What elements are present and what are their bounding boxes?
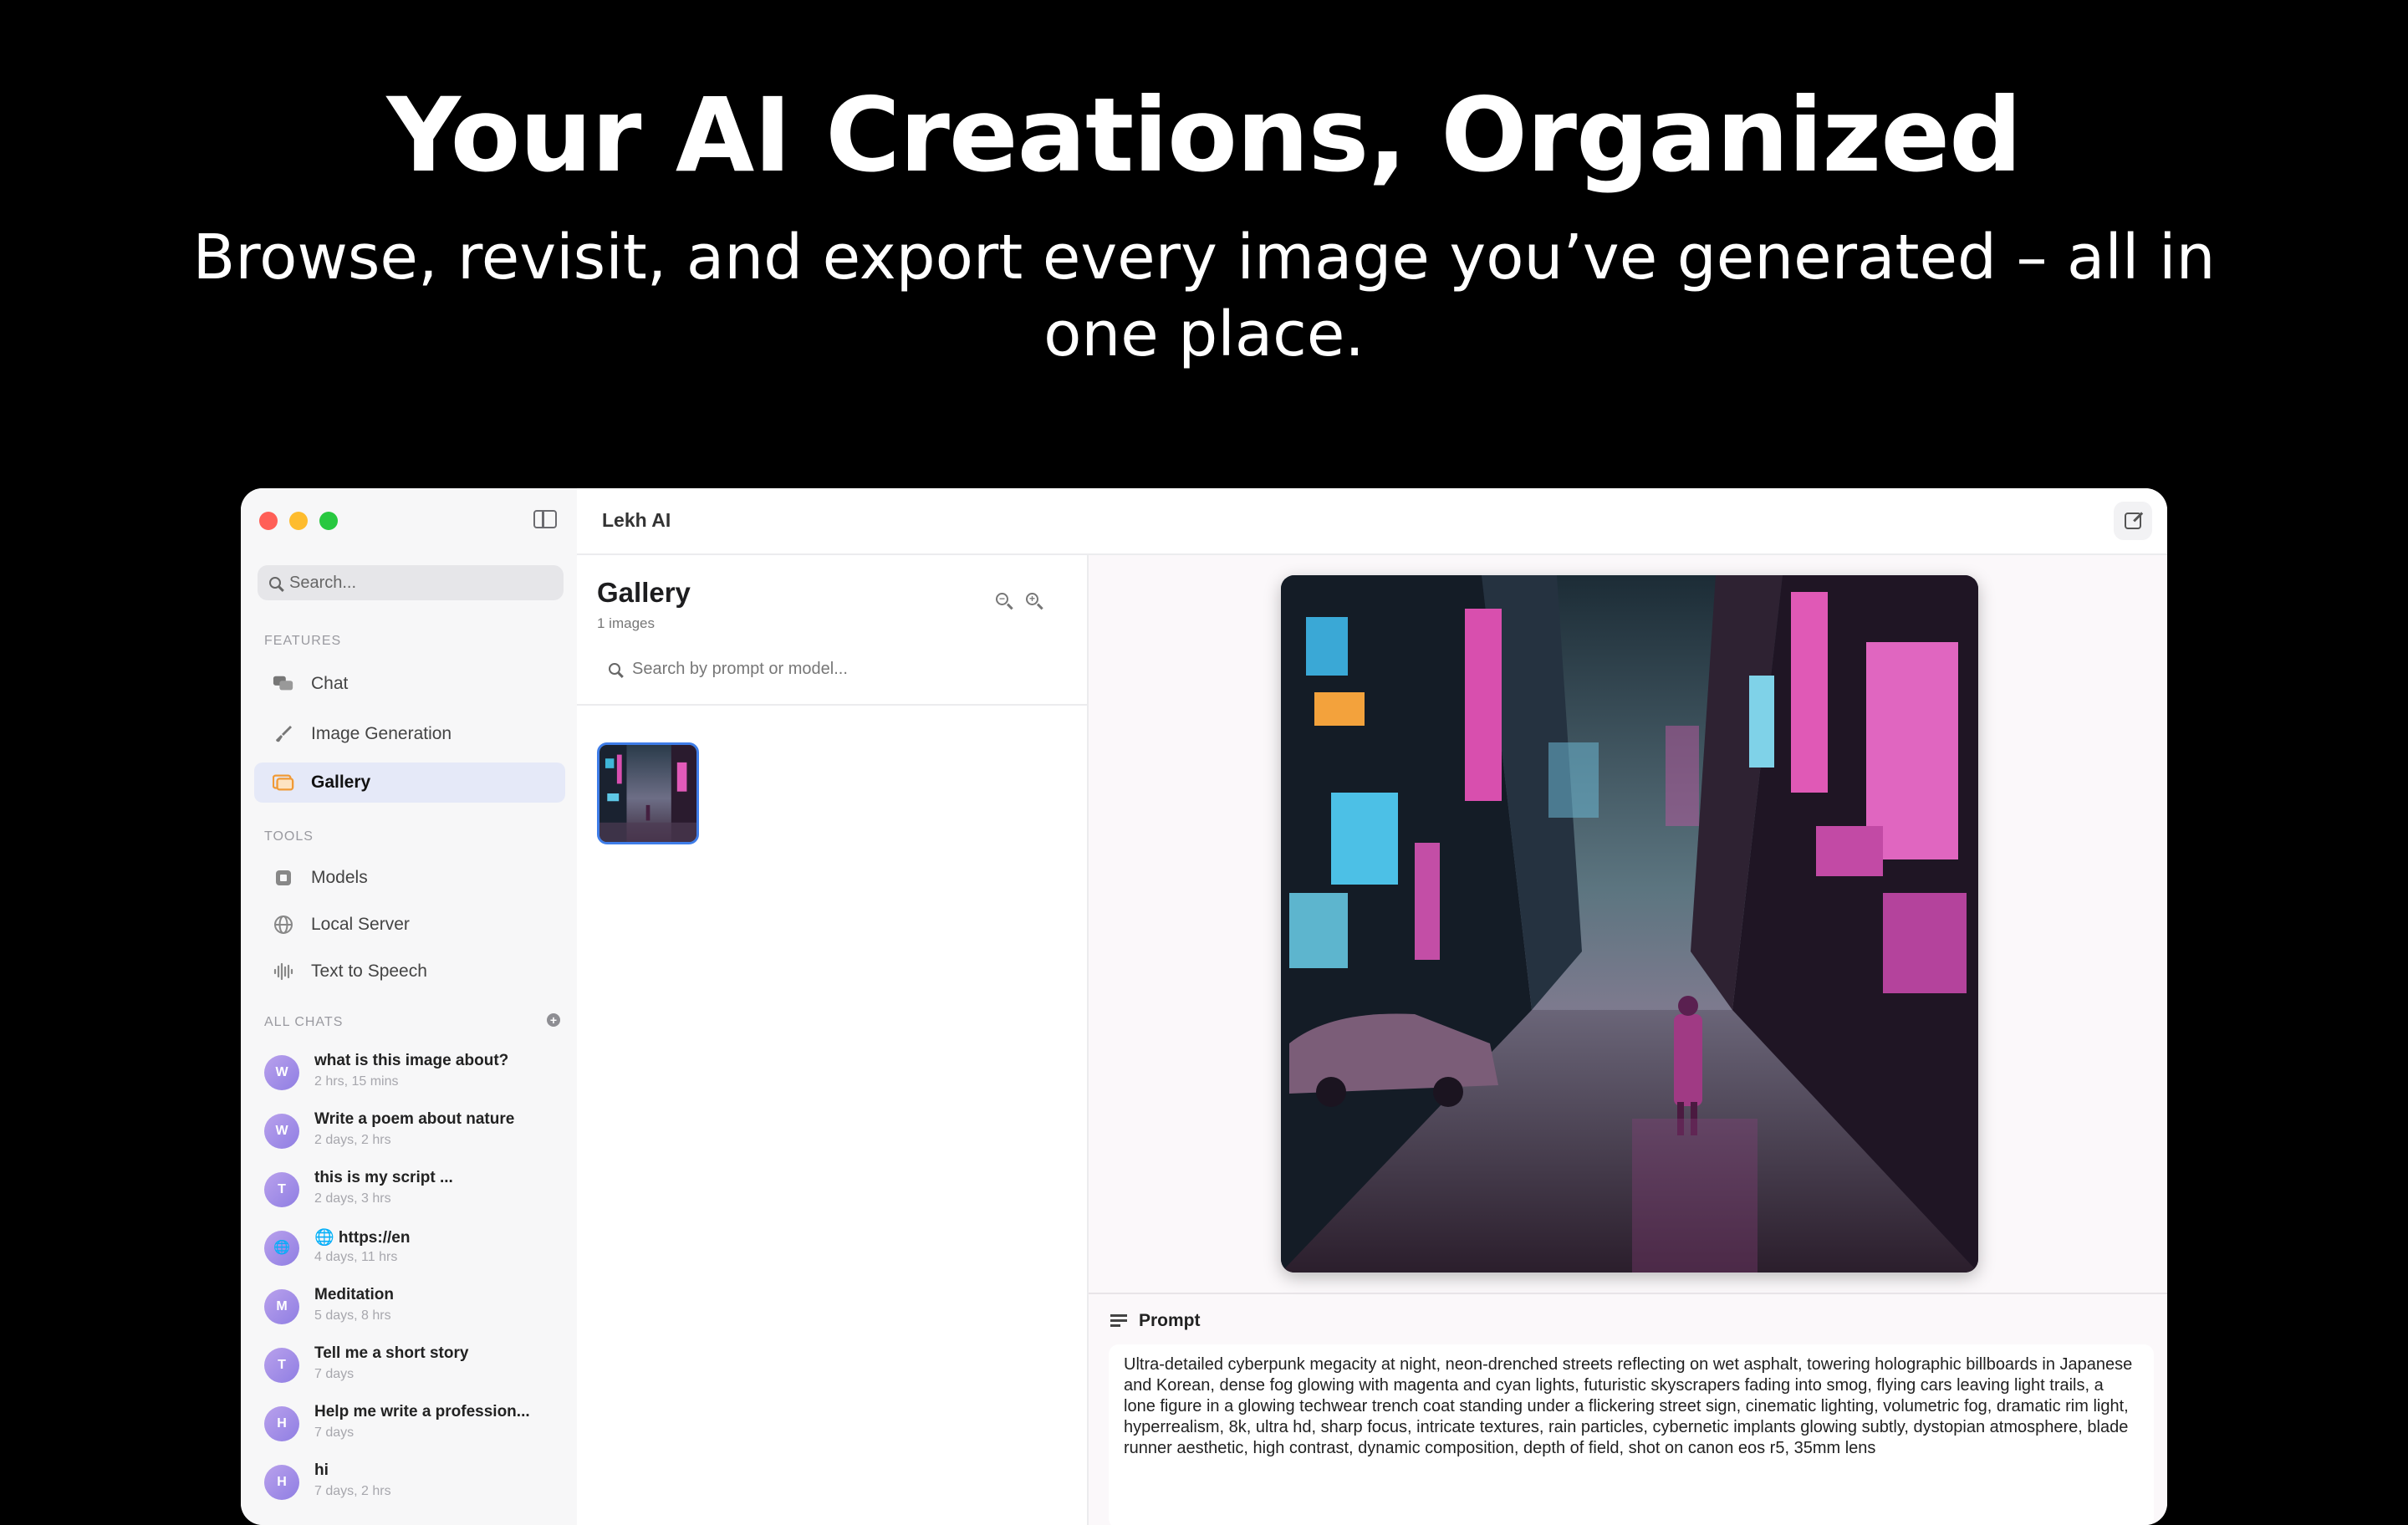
- chat-title: Write a poem about nature: [314, 1110, 515, 1128]
- avatar: T: [264, 1172, 299, 1207]
- search-icon: [269, 577, 281, 589]
- sidebar-item-image-generation[interactable]: Image Generation: [254, 714, 565, 754]
- chat-time: 7 days, 2 hrs: [314, 1484, 391, 1498]
- minimize-window-button[interactable]: [289, 512, 308, 530]
- chat-list-item[interactable]: W Write a poem about nature 2 days, 2 hr…: [264, 1107, 565, 1160]
- app-window: FEATURES Chat Image Generation Gallery T…: [241, 488, 2167, 1525]
- chat-time: 7 days: [314, 1426, 355, 1440]
- close-window-button[interactable]: [259, 512, 278, 530]
- sidebar-toggle-icon[interactable]: [533, 510, 557, 528]
- zoom-window-button[interactable]: [319, 512, 338, 530]
- sidebar-item-label: Models: [311, 868, 368, 887]
- new-chat-plus-icon[interactable]: +: [547, 1013, 560, 1027]
- photo-stack-icon: [273, 773, 294, 793]
- prompt-label: Prompt: [1139, 1311, 1201, 1330]
- image-detail-pane: Prompt Ultra-detailed cyberpunk megacity…: [1089, 555, 2167, 1525]
- chat-list-item[interactable]: T this is my script ... 2 days, 3 hrs: [264, 1165, 565, 1219]
- chat-time: 4 days, 11 hrs: [314, 1250, 398, 1264]
- sidebar-item-chat[interactable]: Chat: [254, 664, 565, 704]
- tools-section-label: TOOLS: [264, 829, 314, 844]
- avatar: H: [264, 1406, 299, 1441]
- prompt-header: Prompt: [1110, 1311, 1201, 1331]
- zoom-in-button[interactable]: +: [1025, 592, 1045, 612]
- avatar: W: [264, 1055, 299, 1090]
- chat-title: 🌐 https://en: [314, 1229, 411, 1247]
- chat-title: Meditation: [314, 1286, 394, 1303]
- gallery-thumbnail[interactable]: [597, 742, 699, 844]
- chat-time: 2 hrs, 15 mins: [314, 1074, 399, 1089]
- sidebar-item-models[interactable]: Models: [254, 858, 565, 898]
- compose-icon: [2125, 513, 2141, 529]
- chat-time: 7 days: [314, 1367, 355, 1381]
- chat-title: what is this image about?: [314, 1052, 509, 1069]
- chat-list-item[interactable]: H hi 7 days, 2 hrs: [264, 1458, 565, 1512]
- chat-list-item[interactable]: T Tell me a short story 7 days: [264, 1341, 565, 1395]
- sidebar-item-label: Local Server: [311, 915, 410, 934]
- gallery-search[interactable]: [594, 650, 1070, 687]
- all-chats-section-label: ALL CHATS: [264, 1015, 344, 1029]
- waveform-icon: [273, 962, 294, 981]
- hero-subtitle: Browse, revisit, and export every image …: [192, 222, 2216, 370]
- chat-title: hi: [314, 1461, 329, 1479]
- chat-list-item[interactable]: H Help me write a profession... 7 days: [264, 1400, 565, 1453]
- avatar: M: [264, 1289, 299, 1324]
- prompt-text: Ultra-detailed cyberpunk megacity at nig…: [1109, 1344, 2154, 1525]
- divider: [1089, 1293, 2167, 1294]
- chat-time: 2 days, 2 hrs: [314, 1133, 391, 1147]
- zoom-out-button[interactable]: −: [995, 592, 1015, 612]
- app-title: Lekh AI: [602, 509, 671, 531]
- avatar: 🌐: [264, 1231, 299, 1266]
- sidebar: FEATURES Chat Image Generation Gallery T…: [241, 488, 579, 1525]
- chat-time: 5 days, 8 hrs: [314, 1308, 391, 1323]
- chat-title: this is my script ...: [314, 1169, 453, 1186]
- sidebar-item-text-to-speech[interactable]: Text to Speech: [254, 951, 565, 992]
- chat-list-item[interactable]: W what is this image about? 2 hrs, 15 mi…: [264, 1048, 565, 1102]
- sidebar-item-label: Chat: [311, 674, 349, 693]
- chat-title: Tell me a short story: [314, 1344, 469, 1362]
- chat-title: Help me write a profession...: [314, 1403, 530, 1420]
- brush-icon: [273, 724, 294, 744]
- gallery-search-input[interactable]: [630, 658, 1052, 680]
- new-chat-button[interactable]: [2114, 502, 2152, 540]
- text-lines-icon: [1110, 1314, 1127, 1328]
- cpu-icon: [273, 869, 294, 887]
- divider: [577, 704, 1087, 706]
- sidebar-item-gallery[interactable]: Gallery: [254, 762, 565, 803]
- sidebar-item-label: Text to Speech: [311, 961, 427, 981]
- chat-time: 2 days, 3 hrs: [314, 1191, 391, 1206]
- chat-list-item[interactable]: 🌐 🌐 https://en 4 days, 11 hrs: [264, 1224, 565, 1278]
- avatar: H: [264, 1465, 299, 1500]
- top-bar: Lekh AI: [577, 488, 2167, 555]
- features-section-label: FEATURES: [264, 634, 342, 648]
- gallery-pane: Gallery 1 images − +: [577, 555, 1089, 1525]
- gallery-title: Gallery: [597, 577, 691, 608]
- chat-list-item[interactable]: M Meditation 5 days, 8 hrs: [264, 1283, 565, 1336]
- sidebar-search[interactable]: [258, 565, 564, 600]
- globe-icon: [273, 915, 294, 935]
- hero-title: Your AI Creations, Organized: [386, 76, 2022, 195]
- sidebar-search-input[interactable]: [288, 572, 542, 594]
- generated-image[interactable]: [1281, 575, 1978, 1273]
- search-icon: [609, 663, 620, 675]
- chat-bubbles-icon: [273, 674, 294, 694]
- sidebar-item-local-server[interactable]: Local Server: [254, 905, 565, 945]
- sidebar-item-label: Gallery: [311, 773, 371, 792]
- window-controls: [259, 512, 338, 530]
- sidebar-item-label: Image Generation: [311, 724, 452, 743]
- avatar: T: [264, 1348, 299, 1383]
- avatar: W: [264, 1114, 299, 1149]
- gallery-image-count: 1 images: [597, 615, 655, 631]
